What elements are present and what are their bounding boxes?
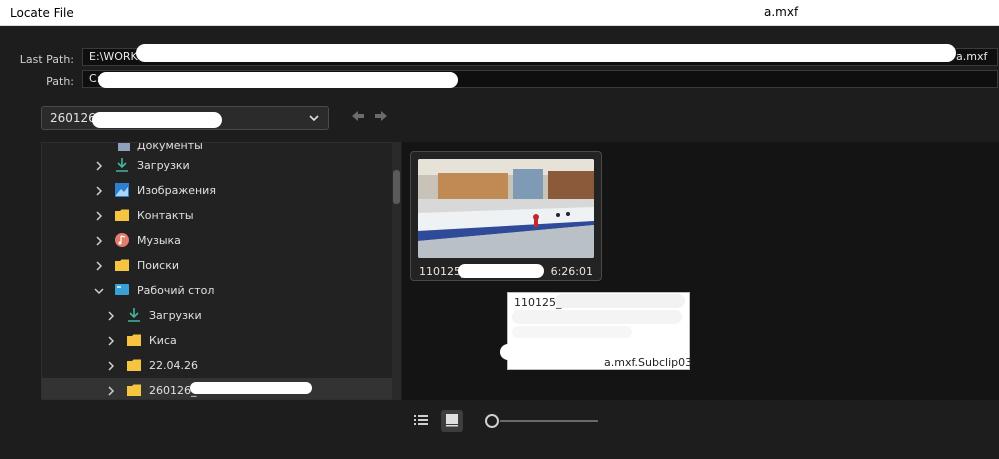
window-title: Locate File (10, 5, 74, 20)
zoom-slider-knob[interactable] (485, 414, 499, 428)
chevron-right-icon[interactable] (105, 335, 117, 347)
tree-item-kisa[interactable]: Киса (42, 328, 394, 353)
chevron-right-icon[interactable] (105, 360, 117, 372)
forward-arrow-icon[interactable] (374, 110, 388, 126)
folder-tree[interactable]: Документы Загрузки Изображения Контакты … (41, 142, 401, 400)
download-icon (126, 307, 142, 323)
folder-icon (126, 382, 142, 398)
folder-icon (114, 207, 130, 223)
download-icon (114, 157, 130, 173)
tree-item-label: Музыка (137, 234, 181, 247)
tree-item-label: Изображения (137, 184, 216, 197)
last-path-label: Last Path: (19, 53, 74, 66)
tree-item-contacts[interactable]: Контакты (42, 203, 394, 228)
chevron-right-icon[interactable] (105, 385, 117, 397)
chevron-down-icon[interactable] (93, 285, 105, 297)
zoom-slider-track[interactable] (500, 420, 598, 422)
tree-item-desktop-downloads[interactable]: Загрузки (42, 303, 394, 328)
tree-scrollbar-thumb[interactable] (393, 170, 400, 204)
tree-item-label: Контакты (137, 209, 194, 222)
icon-view-icon (445, 413, 459, 430)
chevron-right-icon[interactable] (93, 235, 105, 247)
desktop-icon (114, 282, 130, 298)
chevron-right-icon[interactable] (93, 185, 105, 197)
clip-preview-image (418, 159, 594, 258)
tree-item-desktop[interactable]: Рабочий стол (42, 278, 394, 303)
window-title-filename: a.mxf (764, 5, 799, 19)
chevron-right-icon[interactable] (93, 210, 105, 222)
documents-icon (116, 143, 132, 153)
last-path-suffix: a.mxf (956, 50, 988, 63)
list-view-icon (413, 413, 429, 430)
tree-item-label: Загрузки (137, 159, 190, 172)
tree-item-searches[interactable]: Поиски (42, 253, 394, 278)
images-icon (114, 182, 130, 198)
tree-item-music[interactable]: Музыка (42, 228, 394, 253)
folder-icon (126, 357, 142, 373)
chevron-right-icon[interactable] (93, 260, 105, 272)
music-icon (114, 232, 130, 248)
folder-icon (126, 332, 142, 348)
tree-item-22-04-26[interactable]: 22.04.26 (42, 353, 394, 378)
chevron-down-icon (308, 112, 320, 127)
tree-item-downloads[interactable]: Загрузки (42, 153, 394, 178)
list-view-button[interactable] (410, 410, 432, 432)
clip-thumbnail-card[interactable]: 110125_ 6:26:01 (410, 151, 602, 281)
icon-view-button[interactable] (441, 410, 463, 432)
chevron-right-icon[interactable] (105, 310, 117, 322)
tree-scrollbar[interactable] (392, 142, 401, 400)
clip-duration: 6:26:01 (550, 265, 593, 278)
last-path-value: E:\WORK (89, 50, 138, 63)
path-label: Path: (46, 75, 74, 88)
chevron-right-icon[interactable] (93, 160, 105, 172)
tree-item-images[interactable]: Изображения (42, 178, 394, 203)
folder-icon (114, 257, 130, 273)
tree-item-label: Документы (137, 142, 203, 152)
tooltip-line-filename: a.mxf.Subclip03 (604, 356, 693, 369)
tree-item-label: Поиски (137, 259, 179, 272)
tree-item-label: Киса (149, 334, 177, 347)
tree-item-label: 22.04.26 (149, 359, 198, 372)
back-arrow-icon[interactable] (351, 110, 365, 126)
tree-item-label: Загрузки (149, 309, 202, 322)
tree-item-label: Рабочий стол (137, 284, 215, 297)
